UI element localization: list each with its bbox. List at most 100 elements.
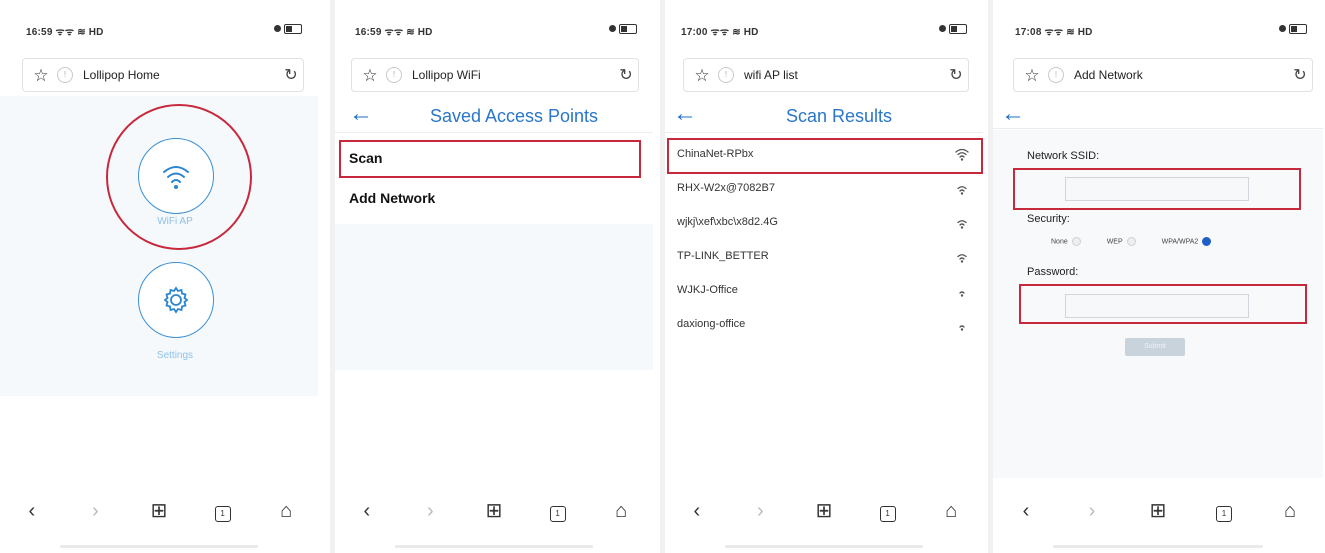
password-label: Password: — [1027, 266, 1079, 278]
nav-back-button[interactable]: ‹ — [335, 501, 399, 521]
address-bar[interactable]: ☆ ! Add Network ↻ — [1013, 58, 1313, 92]
highlight-box — [1013, 168, 1301, 210]
settings-label: Settings — [156, 350, 194, 361]
apps-grid-icon[interactable]: ⊞ — [127, 501, 191, 521]
page-title: Scan Results — [785, 106, 893, 126]
status-bar: 17:00 ᯤᯤ ≋ HD — [665, 22, 983, 40]
page-header: ← Saved Access Points — [335, 98, 653, 133]
security-option-wep[interactable]: WEP — [1107, 237, 1136, 246]
status-time: 17:08 ᯤᯤ ≋ HD — [1015, 27, 1093, 38]
browser-nav-bar: ‹ › ⊞ 1 ⌂ — [335, 488, 653, 534]
home-icon[interactable]: ⌂ — [1257, 501, 1323, 521]
star-icon[interactable]: ☆ — [358, 67, 382, 84]
nav-back-button[interactable]: ‹ — [665, 501, 729, 521]
highlight-box — [339, 140, 641, 178]
address-bar[interactable]: ☆ ! Lollipop WiFi ↻ — [351, 58, 639, 92]
status-bar: 16:59 ᯤᯤ ≋ HD — [0, 22, 318, 40]
wifi-ap-tile[interactable] — [138, 138, 214, 214]
page-header: ← Scan Results — [665, 98, 983, 133]
gesture-bar — [1053, 545, 1263, 548]
wifi-icon — [163, 166, 189, 189]
radio-label: WPA/WPA2 — [1161, 238, 1199, 246]
tabs-count: 1 — [214, 506, 231, 522]
back-arrow-icon[interactable]: ← — [673, 100, 697, 128]
page-title: Saved Access Points — [429, 106, 599, 126]
battery-icon — [939, 24, 969, 34]
page-header: ← — [993, 98, 1323, 129]
nav-forward-button[interactable]: › — [399, 501, 463, 521]
status-time: 17:00 ᯤᯤ ≋ HD — [681, 27, 759, 38]
star-icon[interactable]: ☆ — [690, 67, 714, 84]
network-name: daxiong-office — [677, 318, 746, 330]
battery-icon — [1279, 24, 1309, 34]
radio-wep[interactable] — [1126, 237, 1136, 246]
settings-tile[interactable] — [138, 262, 214, 338]
network-row[interactable]: WJKJ-Office — [665, 276, 983, 306]
reload-icon[interactable]: ↻ — [944, 65, 968, 85]
highlight-box — [1019, 284, 1307, 324]
home-icon[interactable]: ⌂ — [919, 501, 983, 521]
reload-icon[interactable]: ↻ — [279, 65, 303, 85]
tabs-count: 1 — [1216, 506, 1232, 522]
network-name: wjkj\xef\xbc\x8d2.4G — [677, 216, 778, 228]
star-icon[interactable]: ☆ — [29, 67, 53, 84]
nav-back-button[interactable]: ‹ — [993, 501, 1059, 521]
nav-forward-button[interactable]: › — [64, 501, 128, 521]
content-background — [335, 224, 653, 370]
radio-wpa[interactable] — [1202, 237, 1212, 246]
security-option-none[interactable]: None — [1051, 237, 1081, 246]
apps-grid-icon[interactable]: ⊞ — [1125, 501, 1191, 521]
tabs-button[interactable]: 1 — [526, 500, 590, 522]
address-title: Lollipop WiFi — [412, 68, 481, 82]
nav-forward-button[interactable]: › — [729, 501, 793, 521]
screen-home: 16:59 ᯤᯤ ≋ HD ☆ ! Lollipop Home ↻ WiFi A… — [0, 0, 318, 553]
ssid-label: Network SSID: — [1027, 150, 1100, 162]
address-title: Lollipop Home — [83, 68, 160, 82]
browser-nav-bar: ‹ › ⊞ 1 ⌂ — [993, 488, 1323, 534]
add-network-menu-item[interactable]: Add Network — [349, 190, 435, 206]
apps-grid-icon[interactable]: ⊞ — [462, 501, 526, 521]
network-name: TP-LINK_BETTER — [677, 250, 769, 262]
shield-icon: ! — [386, 67, 402, 83]
nav-back-button[interactable]: ‹ — [0, 501, 64, 521]
shield-icon: ! — [1048, 67, 1064, 83]
tabs-button[interactable]: 1 — [856, 500, 920, 522]
submit-button[interactable]: Submit — [1125, 338, 1185, 356]
radio-label: WEP — [1106, 238, 1123, 246]
tabs-button[interactable]: 1 — [1191, 500, 1257, 522]
home-icon[interactable]: ⌂ — [254, 501, 318, 521]
security-option-wpa[interactable]: WPA/WPA2 — [1162, 237, 1212, 246]
network-row[interactable]: daxiong-office — [665, 310, 983, 340]
status-bar: 16:59 ᯤᯤ ≋ HD — [335, 22, 653, 40]
star-icon[interactable]: ☆ — [1020, 67, 1044, 84]
back-arrow-icon[interactable]: ← — [349, 100, 373, 128]
network-row[interactable]: TP-LINK_BETTER — [665, 242, 983, 272]
status-time: 16:59 ᯤᯤ ≋ HD — [355, 27, 433, 38]
gesture-bar — [60, 545, 258, 548]
address-title: wifi AP list — [744, 68, 798, 82]
network-row[interactable]: wjkj\xef\xbc\x8d2.4G — [665, 208, 983, 238]
address-bar[interactable]: ☆ ! wifi AP list ↻ — [683, 58, 969, 92]
apps-grid-icon[interactable]: ⊞ — [792, 501, 856, 521]
wifi-signal-icon — [959, 325, 965, 331]
shield-icon: ! — [718, 67, 734, 83]
tabs-count: 1 — [879, 506, 896, 522]
wifi-signal-icon — [959, 291, 965, 297]
radio-none[interactable] — [1071, 237, 1081, 246]
browser-nav-bar: ‹ › ⊞ 1 ⌂ — [665, 488, 983, 534]
reload-icon[interactable]: ↻ — [614, 65, 638, 85]
tabs-button[interactable]: 1 — [191, 500, 255, 522]
address-bar[interactable]: ☆ ! Lollipop Home ↻ — [22, 58, 304, 92]
status-time: 16:59 ᯤᯤ ≋ HD — [26, 27, 104, 38]
wifi-signal-icon — [957, 186, 967, 195]
battery-icon — [609, 24, 639, 34]
home-icon[interactable]: ⌂ — [589, 501, 653, 521]
security-label: Security: — [1027, 213, 1070, 225]
gear-icon — [163, 286, 189, 314]
security-radio-group: None WEP WPA/WPA2 — [1051, 237, 1235, 246]
network-row[interactable]: RHX-W2x@7082B7 — [665, 174, 983, 204]
back-arrow-icon[interactable]: ← — [1001, 100, 1025, 128]
nav-forward-button[interactable]: › — [1059, 501, 1125, 521]
reload-icon[interactable]: ↻ — [1288, 65, 1312, 85]
tabs-count: 1 — [549, 506, 566, 522]
